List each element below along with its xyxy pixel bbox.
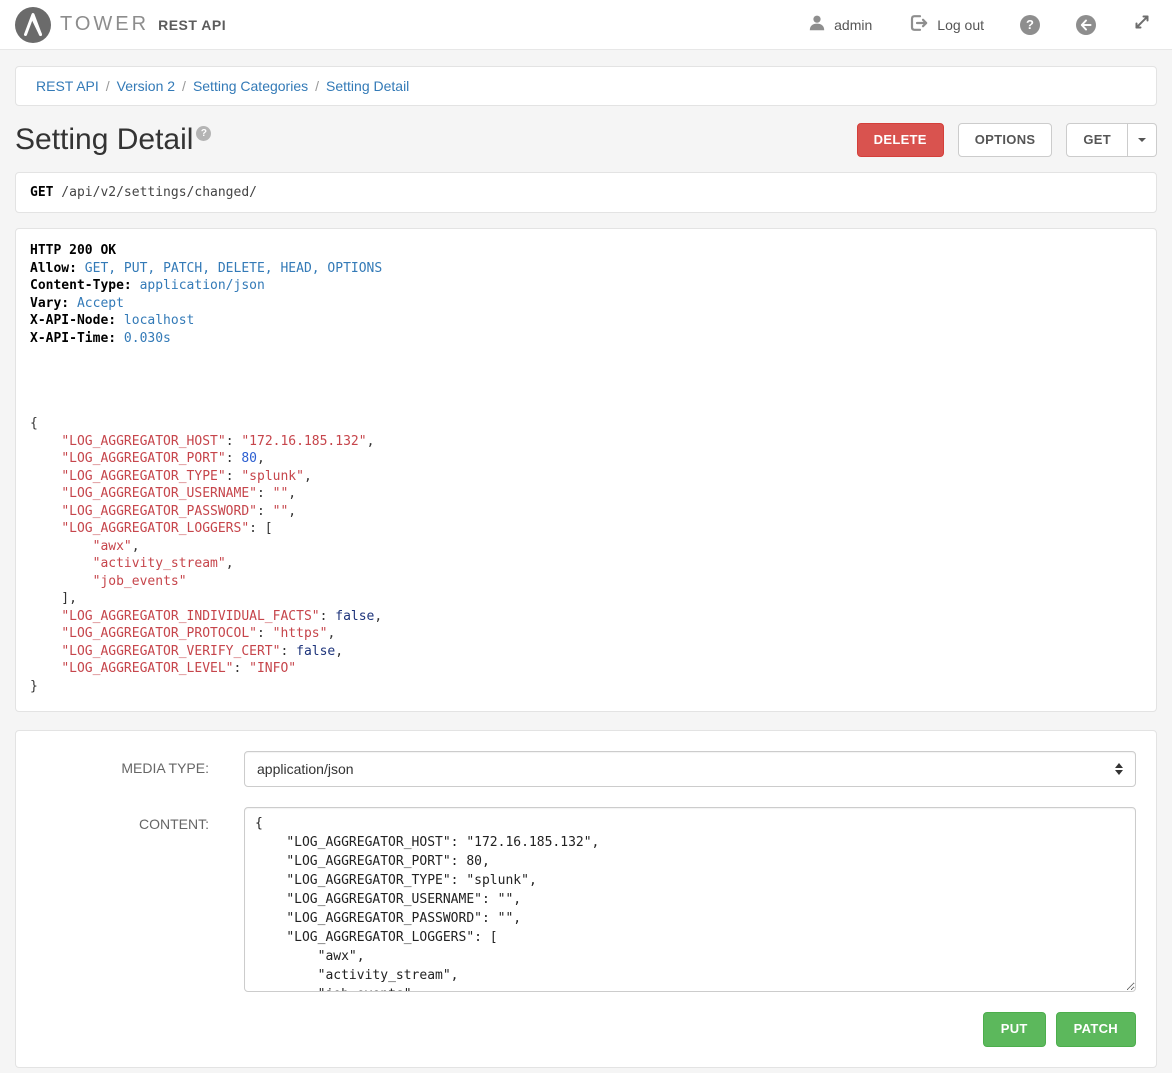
get-button-group: GET [1066,123,1157,157]
response-json-line: ], [30,590,1142,608]
brand-rest-api-label: REST API [158,17,226,33]
top-navbar: TOWER REST API admin Log out ? [0,0,1172,50]
response-json-line: "LOG_AGGREGATOR_PORT": 80, [30,450,1142,468]
content-textarea[interactable]: { "LOG_AGGREGATOR_HOST": "172.16.185.132… [244,807,1136,992]
response-info: HTTP 200 OK Allow: GET, PUT, PATCH, DELE… [15,228,1157,712]
response-json-line: "activity_stream", [30,555,1142,573]
media-type-label: MEDIA TYPE: [36,751,209,776]
breadcrumb-link[interactable]: Setting Categories [193,78,308,94]
response-json-line: "job_events" [30,573,1142,591]
delete-button[interactable]: DELETE [857,123,944,157]
title-help-icon[interactable]: ? [196,126,211,141]
page-title: Setting Detail ? [15,123,211,157]
breadcrumb-separator: / [175,78,193,94]
response-body-json: { "LOG_AGGREGATOR_HOST": "172.16.185.132… [30,415,1142,695]
breadcrumb-link[interactable]: Version 2 [117,78,175,94]
request-method: GET [30,185,53,200]
put-button[interactable]: PUT [983,1012,1046,1046]
response-json-line: { [30,415,1142,433]
breadcrumb-link[interactable]: REST API [36,78,99,94]
user-icon [808,14,826,35]
response-header-line: X-API-Time: 0.030s [30,330,1142,348]
response-status: HTTP 200 OK [30,242,1142,260]
page-title-text: Setting Detail [15,123,193,157]
response-json-line: "LOG_AGGREGATOR_LEVEL": "INFO" [30,660,1142,678]
username-label: admin [834,17,872,33]
response-json-line: "LOG_AGGREGATOR_TYPE": "splunk", [30,468,1142,486]
navbar-actions: admin Log out ? [808,12,1152,37]
response-json-line: "LOG_AGGREGATOR_INDIVIDUAL_FACTS": false… [30,608,1142,626]
response-headers: Allow: GET, PUT, PATCH, DELETE, HEAD, OP… [30,260,1142,348]
response-header-line: Allow: GET, PUT, PATCH, DELETE, HEAD, OP… [30,260,1142,278]
media-type-value: application/json [257,761,354,777]
breadcrumb: REST API/Version 2/Setting Categories/Se… [15,66,1157,106]
response-header-line: X-API-Node: localhost [30,312,1142,330]
back-icon[interactable] [1076,15,1096,35]
breadcrumb-link[interactable]: Setting Detail [326,78,409,94]
expand-icon[interactable] [1132,12,1152,37]
title-row: Setting Detail ? DELETE OPTIONS GET [15,123,1157,157]
request-path: /api/v2/settings/changed/ [53,185,257,200]
response-header-line: Content-Type: application/json [30,277,1142,295]
logout-link[interactable]: Log out [908,13,984,36]
breadcrumb-separator: / [308,78,326,94]
logout-label: Log out [937,17,984,33]
brand-tower-label: TOWER [60,13,149,36]
logout-icon [908,13,929,36]
response-json-line: "LOG_AGGREGATOR_LOGGERS": [ [30,520,1142,538]
breadcrumb-separator: / [99,78,117,94]
response-header-line: Vary: Accept [30,295,1142,313]
media-type-select[interactable]: application/json [244,751,1136,787]
help-icon[interactable]: ? [1020,15,1040,35]
response-json-line: "LOG_AGGREGATOR_VERIFY_CERT": false, [30,643,1142,661]
response-json-line: "LOG_AGGREGATOR_HOST": "172.16.185.132", [30,433,1142,451]
response-json-line: "LOG_AGGREGATOR_PROTOCOL": "https", [30,625,1142,643]
form-actions: PUT PATCH [36,1012,1136,1046]
media-type-row: MEDIA TYPE: application/json [36,751,1136,787]
ansible-logo-icon [15,7,51,43]
content-form: MEDIA TYPE: application/json CONTENT: { … [15,730,1157,1067]
content-row: CONTENT: { "LOG_AGGREGATOR_HOST": "172.1… [36,807,1136,992]
method-toolbar: DELETE OPTIONS GET [857,123,1157,157]
select-arrows-icon [1115,763,1123,775]
options-button[interactable]: OPTIONS [958,123,1053,157]
response-json-line: } [30,678,1142,696]
response-json-line: "awx", [30,538,1142,556]
user-menu[interactable]: admin [808,14,872,35]
get-dropdown-toggle[interactable] [1128,123,1157,157]
patch-button[interactable]: PATCH [1056,1012,1136,1046]
brand: TOWER REST API [15,7,226,43]
content-label: CONTENT: [36,807,209,832]
response-json-line: "LOG_AGGREGATOR_USERNAME": "", [30,485,1142,503]
get-button[interactable]: GET [1066,123,1128,157]
response-json-line: "LOG_AGGREGATOR_PASSWORD": "", [30,503,1142,521]
request-info: GET /api/v2/settings/changed/ [15,172,1157,213]
caret-down-icon [1138,138,1146,142]
